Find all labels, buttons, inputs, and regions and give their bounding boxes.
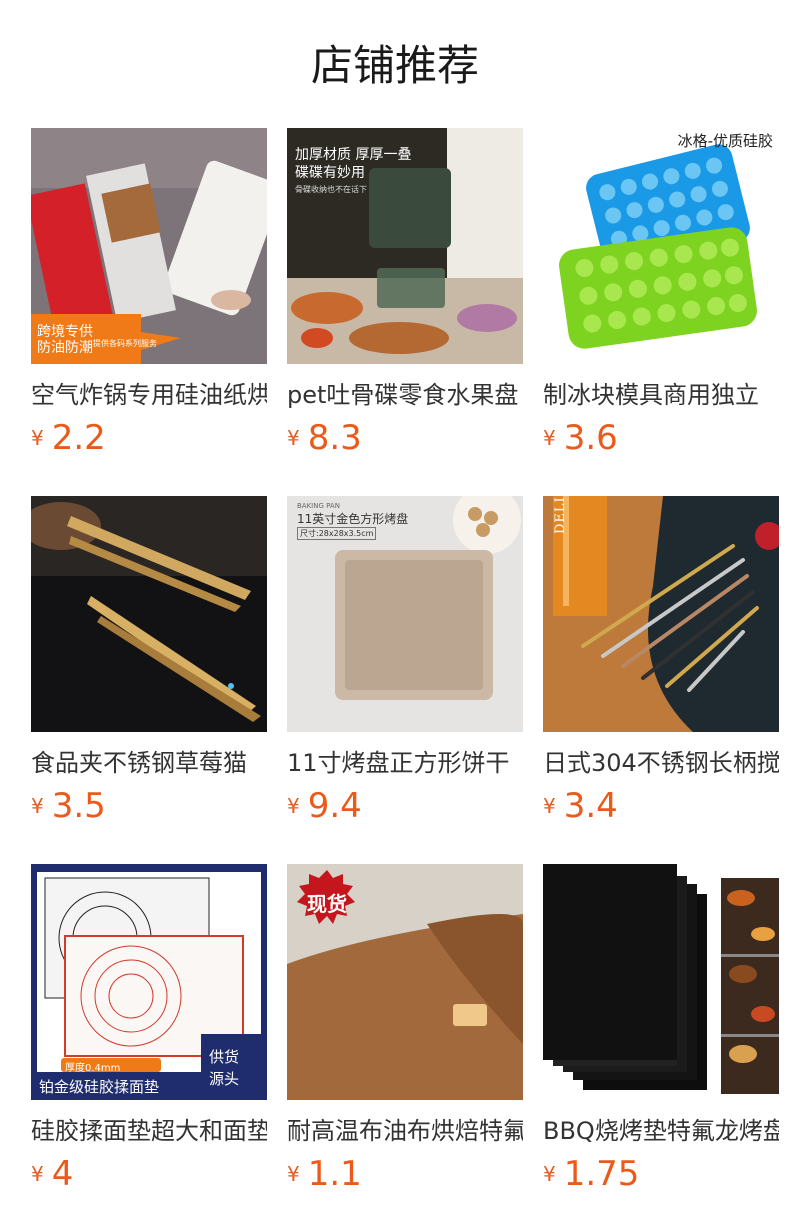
product-image[interactable]: BAKING PAN 11英寸金色方形烤盘 尺寸:28x28x3.5cm [287, 496, 523, 732]
product-price: ¥3.4 [543, 786, 779, 830]
image-caption-small: 厚度0.4mm [65, 1063, 121, 1074]
price-value: 2.2 [51, 418, 106, 458]
currency-symbol: ¥ [287, 794, 300, 818]
price-value: 4 [51, 1154, 74, 1194]
image-caption: DELICIOUS [553, 496, 568, 534]
product-card[interactable]: 食品夹不锈钢草莓猫 ¥3.5 [31, 496, 267, 830]
product-price: ¥8.3 [287, 418, 523, 462]
currency-symbol: ¥ [543, 794, 556, 818]
currency-symbol: ¥ [31, 426, 44, 450]
product-price: ¥3.5 [31, 786, 267, 830]
image-caption-small: BAKING PAN [297, 502, 340, 510]
product-name[interactable]: 11寸烤盘正方形饼干 [287, 746, 523, 782]
image-caption: 冰格-优质硅胶 [677, 132, 773, 150]
price-value: 8.3 [307, 418, 362, 458]
currency-symbol: ¥ [31, 1162, 44, 1186]
price-value: 3.5 [51, 786, 106, 826]
product-price: ¥9.4 [287, 786, 523, 830]
product-name[interactable]: 制冰块模具商用独立 [543, 378, 779, 414]
product-image[interactable] [543, 864, 779, 1100]
image-caption: 铂金级硅胶揉面垫 [39, 1078, 160, 1096]
product-image[interactable]: DELICIOUS [543, 496, 779, 732]
image-caption: 供货 源头 [209, 1048, 240, 1088]
product-card[interactable]: BAKING PAN 11英寸金色方形烤盘 尺寸:28x28x3.5cm 11寸… [287, 496, 523, 830]
currency-symbol: ¥ [287, 1162, 300, 1186]
product-name[interactable]: 硅胶揉面垫超大和面垫 [31, 1114, 267, 1150]
product-image[interactable]: 厚度0.4mm 铂金级硅胶揉面垫 供货 源头 [31, 864, 267, 1100]
product-image[interactable]: 冰格-优质硅胶 [543, 128, 779, 364]
currency-symbol: ¥ [543, 1162, 556, 1186]
product-price: ¥4 [31, 1154, 267, 1198]
currency-symbol: ¥ [31, 794, 44, 818]
product-price: ¥2.2 [31, 418, 267, 462]
currency-symbol: ¥ [287, 426, 300, 450]
image-caption: 现货 [307, 892, 347, 916]
product-image[interactable] [31, 496, 267, 732]
product-card[interactable]: BBQ烧烤垫特氟龙烤盘垫 ¥1.75 [543, 864, 779, 1198]
product-card[interactable]: DELICIOUS 日式304不锈钢长柄搅拌勺 ¥3.4 [543, 496, 779, 830]
image-caption: 11英寸金色方形烤盘 [297, 512, 409, 526]
product-card[interactable]: 冰格-优质硅胶 制冰块模具商用独立 ¥3.6 [543, 128, 779, 462]
price-value: 1.1 [307, 1154, 362, 1194]
image-caption: 加厚材质 厚厚一叠 [295, 147, 412, 163]
product-card[interactable]: 跨境专供 防油防潮 提供各码系列服务 空气炸锅专用硅油纸烘焙吸油纸 ¥2.2 [31, 128, 267, 462]
image-caption-small: 提供各码系列服务 [93, 339, 157, 348]
product-card[interactable]: 加厚材质 厚厚一叠 碟碟有妙用 骨碟收纳也不在话下 pet吐骨碟零食水果盘 ¥8… [287, 128, 523, 462]
price-value: 3.6 [563, 418, 618, 458]
product-name[interactable]: 耐高温布油布烘焙特氟龙 [287, 1114, 523, 1150]
product-name[interactable]: BBQ烧烤垫特氟龙烤盘垫 [543, 1114, 779, 1150]
product-price: ¥1.75 [543, 1154, 779, 1198]
image-caption-small: 骨碟收纳也不在话下 [295, 185, 367, 194]
image-caption: 碟碟有妙用 [295, 165, 365, 181]
price-value: 1.75 [563, 1154, 640, 1194]
product-price: ¥3.6 [543, 418, 779, 462]
section-title: 店铺推荐 [310, 41, 479, 90]
product-name[interactable]: pet吐骨碟零食水果盘 [287, 378, 523, 414]
price-value: 3.4 [563, 786, 618, 826]
currency-symbol: ¥ [543, 426, 556, 450]
image-caption-small: 尺寸:28x28x3.5cm [297, 527, 377, 540]
product-card[interactable]: 现货 耐高温布油布烘焙特氟龙 ¥1.1 [287, 864, 523, 1198]
product-image[interactable]: 现货 [287, 864, 523, 1100]
product-image[interactable]: 加厚材质 厚厚一叠 碟碟有妙用 骨碟收纳也不在话下 [287, 128, 523, 364]
price-value: 9.4 [307, 786, 362, 826]
product-name[interactable]: 食品夹不锈钢草莓猫 [31, 746, 267, 782]
product-price: ¥1.1 [287, 1154, 523, 1198]
product-name[interactable]: 空气炸锅专用硅油纸烘焙吸油纸 [31, 378, 267, 414]
product-image[interactable]: 跨境专供 防油防潮 提供各码系列服务 [31, 128, 267, 364]
image-caption: 跨境专供 防油防潮 [37, 324, 93, 356]
product-card[interactable]: 厚度0.4mm 铂金级硅胶揉面垫 供货 源头 硅胶揉面垫超大和面垫 ¥4 [31, 864, 267, 1198]
product-name[interactable]: 日式304不锈钢长柄搅拌勺 [543, 746, 779, 782]
